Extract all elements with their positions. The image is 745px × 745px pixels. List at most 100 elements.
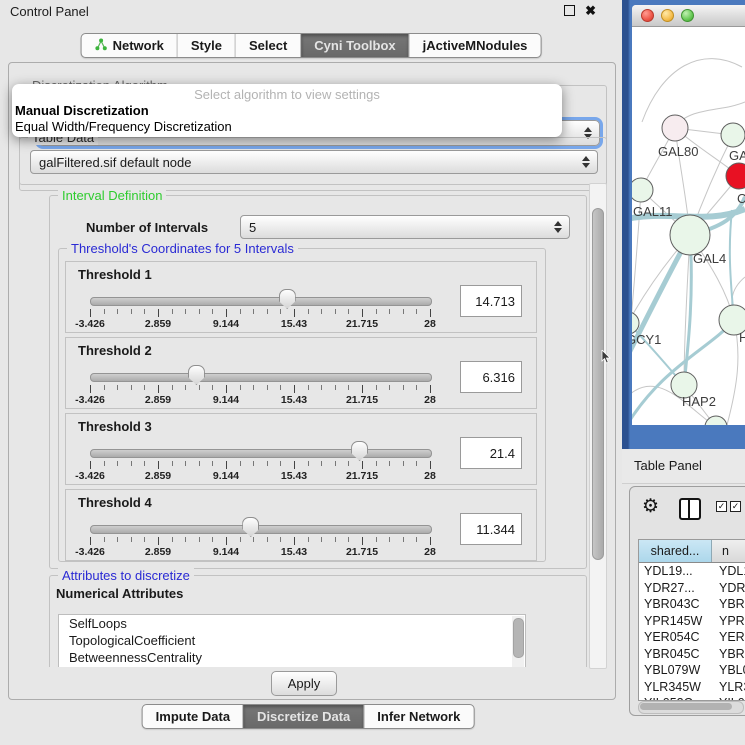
threshold-panel: Threshold 4-3.4262.8599.14415.4321.71528…	[65, 489, 537, 561]
network-node-GAL11[interactable]	[632, 178, 653, 202]
column-header-shared-name[interactable]: shared...	[639, 540, 712, 562]
slider-tick	[158, 309, 159, 317]
checkbox-icon[interactable]: ✓	[716, 501, 727, 512]
table-row[interactable]: YER054CYER0	[639, 629, 745, 646]
attribute-list-item[interactable]: BetweennessCentrality	[59, 649, 525, 666]
slider-tick	[389, 309, 390, 314]
list-scrollbar-thumb[interactable]	[513, 618, 524, 658]
gear-icon[interactable]: ⚙	[642, 495, 659, 518]
slider-thumb[interactable]	[188, 365, 205, 385]
attribute-list-item[interactable]: TopologicalCoefficient	[59, 632, 525, 649]
slider-thumb[interactable]	[242, 517, 259, 537]
table-row[interactable]: YBR045CYBR0	[639, 646, 745, 663]
tab-network-label: Network	[113, 38, 164, 53]
slider-tick	[144, 537, 145, 542]
tab-discretize-data[interactable]: Discretize Data	[243, 705, 363, 728]
slider-tick	[212, 537, 213, 542]
network-node-GAL80[interactable]	[662, 115, 688, 141]
network-view-frame: GAL80GACGAL11GAL4GCY1HHAP2	[622, 0, 745, 449]
slider-tick	[240, 537, 241, 542]
slider-tick	[212, 385, 213, 390]
slider-tick	[362, 309, 363, 317]
table-data-group: Table Data galFiltered.sif default node	[19, 137, 607, 185]
apply-button[interactable]: Apply	[271, 671, 337, 696]
algorithm-option-equal-width[interactable]: Equal Width/Frequency Discretization	[12, 119, 562, 135]
threshold-label: Threshold 1	[78, 267, 152, 282]
slider-track[interactable]	[90, 525, 432, 534]
threshold-coordinates-label: Threshold's Coordinates for 5 Intervals	[67, 241, 298, 256]
slider-tick	[376, 461, 377, 466]
number-of-intervals-spinner[interactable]: 5	[240, 215, 570, 239]
table-data-combobox[interactable]: galFiltered.sif default node	[30, 150, 598, 174]
cell-shared-name: YDL19...	[639, 563, 711, 580]
slider-tick	[144, 385, 145, 390]
network-node-red-node[interactable]	[726, 163, 745, 189]
panel-scrollbar-thumb[interactable]	[592, 208, 604, 560]
zoom-window-icon[interactable]	[681, 9, 694, 22]
cell-name: YDR2	[711, 580, 745, 597]
network-canvas[interactable]: GAL80GACGAL11GAL4GCY1HHAP2	[632, 27, 745, 425]
slider-tick	[199, 461, 200, 466]
slider-tick	[226, 385, 227, 393]
slider-tick	[280, 537, 281, 542]
tab-style[interactable]: Style	[177, 34, 235, 57]
tab-cyni-toolbox[interactable]: Cyni Toolbox	[300, 34, 408, 57]
network-node-GAL4[interactable]	[670, 215, 710, 255]
slider-thumb[interactable]	[351, 441, 368, 461]
interval-definition-group: Interval Definition Number of Intervals …	[49, 195, 587, 569]
network-node-label: GAL11	[633, 204, 673, 219]
table-row[interactable]: YBR043CYBR0	[639, 596, 745, 613]
slider-tick	[104, 461, 105, 466]
minimize-window-icon[interactable]	[661, 9, 674, 22]
slider-tick-label: 21.715	[332, 470, 392, 482]
tab-network[interactable]: Network	[82, 34, 177, 57]
table-hscrollbar[interactable]	[638, 701, 744, 714]
slider-tick	[348, 309, 349, 314]
numerical-attributes-list[interactable]: SelfLoopsTopologicalCoefficientBetweenne…	[58, 614, 526, 667]
threshold-value-input[interactable]: 6.316	[460, 361, 522, 393]
slider-track[interactable]	[90, 297, 432, 306]
tab-jactivemnodules[interactable]: jActiveMNodules	[409, 34, 541, 57]
tab-impute-data[interactable]: Impute Data	[143, 705, 243, 728]
table-row[interactable]: YDL19...YDL1	[639, 563, 745, 580]
table-row[interactable]: YDR27...YDR2	[639, 580, 745, 597]
threshold-panel: Threshold 2-3.4262.8599.14415.4321.71528…	[65, 337, 537, 409]
list-scrollbar[interactable]	[512, 616, 524, 667]
slider-tick	[117, 461, 118, 466]
attribute-list-item[interactable]: SelfLoops	[59, 615, 525, 632]
columns-icon[interactable]	[679, 498, 701, 520]
threshold-value-input[interactable]: 11.344	[460, 513, 522, 545]
slider-tick	[240, 309, 241, 314]
table-row[interactable]: YLR345WYLR3	[639, 679, 745, 696]
table-row[interactable]: YBL079WYBL0	[639, 662, 745, 679]
network-node-GA[interactable]	[721, 123, 745, 147]
table-hscrollbar-thumb[interactable]	[640, 703, 732, 710]
slider-tick	[131, 309, 132, 314]
slider-track[interactable]	[90, 449, 432, 458]
slider-tick	[158, 385, 159, 393]
table-panel-title: Table Panel	[634, 458, 702, 473]
slider-track[interactable]	[90, 373, 432, 382]
tab-select[interactable]: Select	[235, 34, 300, 57]
close-window-icon[interactable]	[641, 9, 654, 22]
slider-tick-label: 15.43	[264, 546, 324, 558]
column-header-name[interactable]: n	[712, 540, 745, 562]
algorithm-option-manual[interactable]: Manual Discretization	[12, 103, 562, 119]
threshold-value-input[interactable]: 14.713	[460, 285, 522, 317]
cell-name: YPR1	[711, 613, 745, 630]
slider-tick	[104, 309, 105, 314]
slider-tick	[308, 309, 309, 314]
checkbox-icon[interactable]: ✓	[730, 501, 741, 512]
cell-name: YDL1	[711, 563, 745, 580]
slider-tick	[253, 461, 254, 466]
slider-tick	[226, 537, 227, 545]
tab-infer-network[interactable]: Infer Network	[363, 705, 473, 728]
table-row[interactable]: YPR145WYPR1	[639, 613, 745, 630]
slider-tick	[403, 309, 404, 314]
slider-thumb[interactable]	[279, 289, 296, 309]
slider-tick-label: 28	[400, 394, 460, 406]
threshold-value-input[interactable]: 21.4	[460, 437, 522, 469]
panel-scrollbar[interactable]	[589, 183, 607, 669]
close-panel-icon[interactable]: ✖	[585, 5, 596, 16]
float-panel-icon[interactable]	[564, 5, 575, 16]
